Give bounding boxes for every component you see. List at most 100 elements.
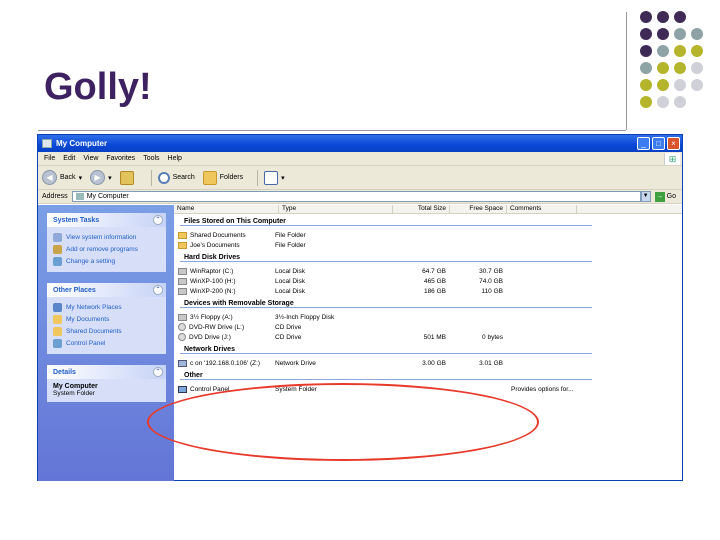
item-name: 3½ Floppy (A:) [190,313,233,321]
task-pane: System Tasks ⌃ View system information A… [38,205,174,481]
search-label: Search [172,174,195,181]
decorative-dot [674,96,686,108]
toolbar: ◀ Back ▾ ▶ ▾ Search Folders ▾ [38,166,682,190]
menu-tools[interactable]: Tools [143,155,159,162]
drive-row[interactable]: WinRaptor (C:) Local Disk 64.7 GB 30.7 GB [174,266,682,276]
place-my-documents[interactable]: My Documents [53,313,162,325]
column-header-total-size[interactable]: Total Size [393,205,450,213]
column-header-comments[interactable]: Comments [507,205,577,213]
item-free-space: 30.7 GB [479,267,503,275]
folders-button[interactable]: Folders [202,170,244,185]
folder-up-icon [119,170,134,185]
drive-row[interactable]: c on '192.168.0.106' (Z:) Network Drive 3.… [174,358,682,368]
search-button[interactable]: Search [157,171,195,184]
item-type: File Folder [275,241,306,249]
maximize-button[interactable]: □ [652,137,665,150]
control-panel-icon [178,385,187,393]
task-change-setting[interactable]: Change a setting [53,255,162,267]
drive-row[interactable]: DVD-RW Drive (L:) CD Drive [174,322,682,332]
minimize-button[interactable]: _ [637,137,650,150]
group-header-hard-disks: Hard Disk Drives [180,250,592,262]
item-name: DVD Drive (J:) [189,333,231,341]
views-button[interactable]: ▾ [264,170,285,185]
decorative-dot [657,79,669,91]
task-add-remove-programs[interactable]: Add or remove programs [53,243,162,255]
decorative-dot [657,11,669,23]
decorative-dot [674,62,686,74]
place-shared-documents[interactable]: Shared Documents [53,325,162,337]
item-name: WinXP-100 (H:) [190,277,236,285]
file-row[interactable]: Shared Documents File Folder [174,230,682,240]
decorative-dot [640,62,652,74]
menu-edit[interactable]: Edit [63,155,75,162]
window-titlebar[interactable]: My Computer _ □ × [38,135,682,152]
shared-folder-icon [53,326,62,336]
hard-disk-icon [178,277,187,285]
group-header-network: Network Drives [180,342,592,354]
go-arrow-icon: → [654,191,665,202]
decorative-dot [691,28,703,40]
file-row[interactable]: Joe's Documents File Folder [174,240,682,250]
folders-icon [202,170,217,185]
details-header[interactable]: Details ⌃ [47,365,166,379]
task-label: Add or remove programs [66,245,138,253]
computer-icon [75,193,84,200]
item-type: File Folder [275,231,306,239]
address-input[interactable]: My Computer [71,191,641,202]
other-places-box: Other Places ⌃ My Network Places My Docu… [47,283,166,354]
hard-disk-icon [178,267,187,275]
drive-row[interactable]: 3½ Floppy (A:) 3½-Inch Floppy Disk [174,312,682,322]
back-button[interactable]: ◀ Back ▾ [42,170,82,185]
menu-file[interactable]: File [44,155,55,162]
menu-help[interactable]: Help [168,155,182,162]
decorative-dot [657,62,669,74]
column-header-free-space[interactable]: Free Space [450,205,507,213]
column-header-type[interactable]: Type [279,205,393,213]
forward-button[interactable]: ▶ ▾ [90,170,112,185]
network-drive-icon [178,359,187,367]
place-my-network-places[interactable]: My Network Places [53,301,162,313]
collapse-chevron-icon[interactable]: ⌃ [153,215,163,225]
place-label: My Documents [66,315,110,323]
item-name: Shared Documents [190,231,246,239]
address-dropdown-button[interactable]: ▼ [640,191,651,202]
collapse-chevron-icon[interactable]: ⌃ [153,367,163,377]
menu-view[interactable]: View [83,155,98,162]
collapse-chevron-icon[interactable]: ⌃ [153,285,163,295]
menu-bar: File Edit View Favorites Tools Help ⊞ [38,152,682,166]
task-label: Change a setting [66,257,116,265]
decorative-dot [657,28,669,40]
task-view-system-info[interactable]: View system information [53,231,162,243]
drive-row[interactable]: DVD Drive (J:) CD Drive 501 MB 0 bytes [174,332,682,342]
drive-row[interactable]: WinXP-200 (N:) Local Disk 186 GB 110 GB [174,286,682,296]
network-icon [53,302,62,312]
item-type: Local Disk [275,287,305,295]
address-value: My Computer [86,193,129,200]
item-total-size: 501 MB [423,333,446,341]
details-title: Details [53,368,76,376]
toolbar-separator [150,169,152,186]
column-header-name[interactable]: Name [174,205,279,213]
item-type: 3½-Inch Floppy Disk [275,313,335,321]
item-free-space: 74.0 GB [479,277,503,285]
item-name: c on '192.168.0.106' (Z:) [190,359,261,367]
group-header-removable: Devices with Removable Storage [180,296,592,308]
back-arrow-icon: ◀ [42,170,57,185]
go-button[interactable]: → Go [654,191,676,202]
dvd-drive-icon [178,333,186,341]
programs-icon [53,244,62,254]
other-places-header[interactable]: Other Places ⌃ [47,283,166,297]
folders-label: Folders [219,174,244,181]
menu-favorites[interactable]: Favorites [106,155,135,162]
close-button[interactable]: × [667,137,680,150]
decorative-dot [657,45,669,57]
system-tasks-header[interactable]: System Tasks ⌃ [47,213,166,227]
search-icon [157,171,170,184]
place-control-panel[interactable]: Control Panel [53,337,162,349]
up-button[interactable] [119,170,137,185]
decorative-dot [657,96,669,108]
item-free-space: 110 GB [481,287,503,295]
group-header-files: Files Stored on This Computer [180,214,592,226]
drive-row[interactable]: WinXP-100 (H:) Local Disk 465 GB 74.0 GB [174,276,682,286]
item-type: Local Disk [275,277,305,285]
